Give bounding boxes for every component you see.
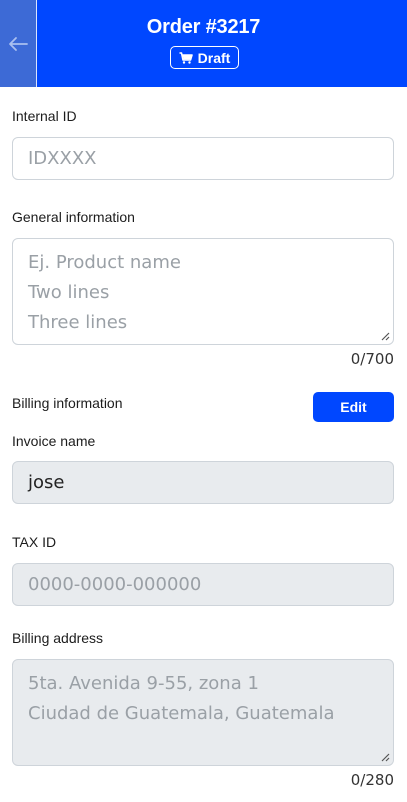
header: Order #3217 Draft — [0, 0, 407, 87]
tax-id-input[interactable]: 0000-0000-000000 — [12, 563, 394, 606]
general-information-label: General information — [12, 209, 135, 225]
invoice-name-value: jose — [28, 472, 65, 493]
general-information-placeholder-line: Three lines — [28, 312, 128, 333]
status-badge-label: Draft — [197, 49, 231, 66]
page-title: Order #3217 — [146, 16, 261, 38]
resize-grip-icon[interactable] — [381, 753, 390, 762]
invoice-name-input[interactable]: jose — [12, 461, 394, 504]
internal-id-placeholder: IDXXXX — [28, 148, 97, 169]
billing-address-placeholder-line: 5ta. Avenida 9-55, zona 1 — [28, 673, 259, 694]
billing-address-label: Billing address — [12, 630, 104, 646]
tax-id-label: TAX ID — [12, 534, 57, 550]
billing-address-textarea[interactable]: 5ta. Avenida 9-55, zona 1 Ciudad de Guat… — [12, 659, 394, 766]
general-information-textarea[interactable]: Ej. Product name Two lines Three lines — [12, 238, 394, 345]
cart-icon — [179, 51, 193, 64]
internal-id-input[interactable]: IDXXXX — [12, 137, 394, 180]
resize-grip-icon[interactable] — [381, 332, 390, 341]
edit-button[interactable]: Edit — [313, 392, 394, 422]
internal-id-label: Internal ID — [12, 108, 77, 124]
billing-address-placeholder-line: Ciudad de Guatemala, Guatemala — [28, 703, 335, 724]
general-information-placeholder-line: Ej. Product name — [28, 252, 181, 273]
billing-address-counter: 0/280 — [350, 771, 394, 789]
general-information-placeholder-line: Two lines — [28, 282, 110, 303]
general-information-counter: 0/700 — [350, 350, 394, 368]
tax-id-placeholder: 0000-0000-000000 — [28, 574, 202, 595]
billing-information-label: Billing information — [12, 395, 123, 411]
back-button[interactable] — [0, 0, 37, 87]
invoice-name-label: Invoice name — [12, 433, 96, 449]
status-badge: Draft — [170, 46, 239, 69]
